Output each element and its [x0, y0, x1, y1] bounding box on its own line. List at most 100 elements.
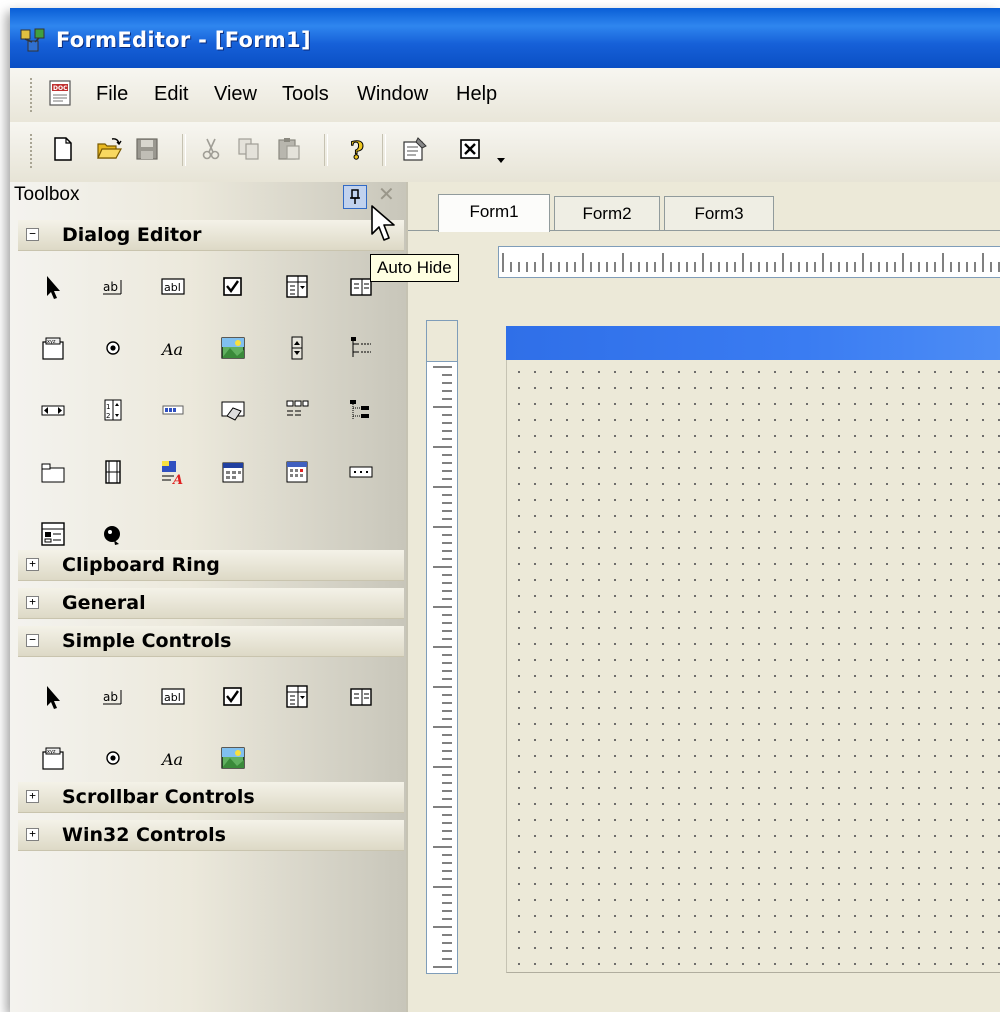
tool-checkbox-icon[interactable]	[219, 272, 247, 300]
tool-datetime-icon[interactable]	[219, 458, 247, 486]
title-bar[interactable]: FormEditor - [Form1]	[10, 8, 1000, 68]
tool-picture-icon[interactable]	[219, 334, 247, 362]
tool-listview-icon[interactable]	[283, 396, 311, 424]
svg-text:?: ?	[350, 136, 364, 162]
expand-icon: +	[26, 790, 39, 803]
tool-ipaddr-icon[interactable]	[347, 458, 375, 486]
help-icon[interactable]: ?	[344, 136, 370, 162]
app-icon	[20, 28, 45, 52]
menu-edit[interactable]: Edit	[154, 83, 188, 106]
tool-vscroll-icon[interactable]: 12	[99, 396, 127, 424]
svg-text:1: 1	[106, 403, 110, 411]
tool-listbox-icon[interactable]	[347, 682, 375, 710]
menu-bar: DOC File Edit View Tools Window Help	[10, 68, 1000, 122]
toolbar-separator	[382, 134, 386, 166]
tool-font-icon[interactable]: Aa	[159, 334, 187, 362]
category-clipboard-ring[interactable]: + Clipboard Ring	[18, 550, 404, 581]
cut-icon[interactable]	[198, 136, 224, 162]
tool-hscroll-icon[interactable]	[39, 396, 67, 424]
toolbar-grip[interactable]	[30, 134, 36, 168]
ruler-corner	[426, 320, 458, 362]
tool-font-icon[interactable]: Aa	[159, 744, 187, 772]
category-general[interactable]: + General	[18, 588, 404, 619]
svg-text:xyz: xyz	[47, 749, 56, 755]
category-scrollbar-controls[interactable]: + Scrollbar Controls	[18, 782, 404, 813]
tool-hotkey-icon[interactable]	[219, 396, 247, 424]
tool-radio-icon[interactable]	[99, 744, 127, 772]
tool-richedit-icon[interactable]: A	[159, 458, 187, 488]
properties-icon[interactable]	[402, 136, 428, 162]
menu-file[interactable]: File	[96, 83, 128, 106]
menu-view[interactable]: View	[214, 83, 257, 106]
expand-icon: +	[26, 828, 39, 841]
tool-label-icon[interactable]: ab	[99, 272, 127, 300]
overflow-chevron-icon[interactable]	[494, 152, 508, 166]
form-caption-bar[interactable]	[506, 326, 1000, 360]
menu-window[interactable]: Window	[357, 83, 428, 106]
tool-textbox-icon[interactable]: abl	[159, 272, 187, 300]
tool-combo-icon[interactable]	[283, 682, 311, 710]
tool-extcombo-icon[interactable]	[39, 520, 67, 548]
tool-checkbox-icon[interactable]	[219, 682, 247, 710]
svg-text:A: A	[171, 473, 183, 486]
form-designer: Form1 Form2 Form3	[406, 182, 1000, 1012]
svg-text:ab: ab	[103, 280, 118, 294]
window-title: FormEditor - [Form1]	[56, 28, 311, 52]
pin-icon	[350, 189, 360, 204]
auto-hide-tooltip: Auto Hide	[370, 254, 459, 282]
tab-form2[interactable]: Form2	[554, 196, 660, 231]
tool-progress-icon[interactable]	[159, 396, 187, 424]
tool-radio-icon[interactable]	[99, 334, 127, 362]
toolbox-close-icon[interactable]: ✕	[378, 182, 395, 206]
tool-treeview-icon[interactable]	[347, 396, 375, 424]
copy-icon[interactable]	[236, 136, 262, 162]
mouse-cursor-icon	[371, 205, 395, 241]
tool-animate-icon[interactable]	[99, 458, 127, 486]
new-document-icon[interactable]	[50, 136, 76, 162]
svg-text:abl: abl	[164, 281, 181, 294]
svg-text:Aa: Aa	[160, 340, 183, 359]
category-dialog-editor[interactable]: − Dialog Editor	[18, 220, 404, 251]
tool-custom-icon[interactable]	[99, 520, 127, 548]
toolbox-header: Toolbox ✕	[10, 182, 406, 210]
tab-form3[interactable]: Form3	[664, 196, 774, 231]
category-label: Scrollbar Controls	[62, 786, 255, 808]
tab-form1[interactable]: Form1	[438, 194, 550, 232]
category-label: General	[62, 592, 146, 614]
doc-icon[interactable]: DOC	[48, 80, 74, 108]
collapse-icon: −	[26, 228, 39, 241]
category-simple-controls[interactable]: − Simple Controls	[18, 626, 404, 657]
menu-help[interactable]: Help	[456, 83, 497, 106]
toolbox-title: Toolbox	[14, 184, 80, 205]
horizontal-ruler	[498, 246, 1000, 278]
save-icon[interactable]	[134, 136, 160, 162]
svg-text:ab: ab	[103, 690, 118, 704]
menu-tools[interactable]: Tools	[282, 83, 329, 106]
toolbar-separator	[182, 134, 186, 166]
tool-tree-icon[interactable]	[347, 334, 375, 362]
tool-combo-icon[interactable]	[283, 272, 311, 300]
open-folder-icon[interactable]	[96, 136, 122, 162]
tool-tabctrl-icon[interactable]	[39, 458, 67, 486]
form-design-surface[interactable]	[506, 360, 1000, 973]
standard-toolbar: ?	[10, 122, 1000, 182]
tool-textbox-icon[interactable]: abl	[159, 682, 187, 710]
tool-groupbox-icon[interactable]: xyz	[39, 334, 67, 362]
paste-icon[interactable]	[276, 136, 302, 162]
svg-text:DOC: DOC	[53, 85, 68, 92]
tool-spinner-icon[interactable]	[283, 334, 311, 362]
close-box-icon[interactable]	[458, 136, 484, 162]
category-label: Win32 Controls	[62, 824, 226, 846]
tool-pointer-icon[interactable]	[39, 682, 67, 710]
tool-label-icon[interactable]: ab	[99, 682, 127, 710]
menubar-grip[interactable]	[30, 78, 36, 112]
tool-monthcal-icon[interactable]	[283, 458, 311, 486]
expand-icon: +	[26, 558, 39, 571]
toolbar-separator	[324, 134, 328, 166]
tool-picture-icon[interactable]	[219, 744, 247, 772]
category-win32-controls[interactable]: + Win32 Controls	[18, 820, 404, 851]
tool-pointer-icon[interactable]	[39, 272, 67, 300]
tool-groupbox-icon[interactable]: xyz	[39, 744, 67, 772]
category-label: Clipboard Ring	[62, 554, 220, 576]
auto-hide-pin-button[interactable]	[343, 185, 367, 209]
